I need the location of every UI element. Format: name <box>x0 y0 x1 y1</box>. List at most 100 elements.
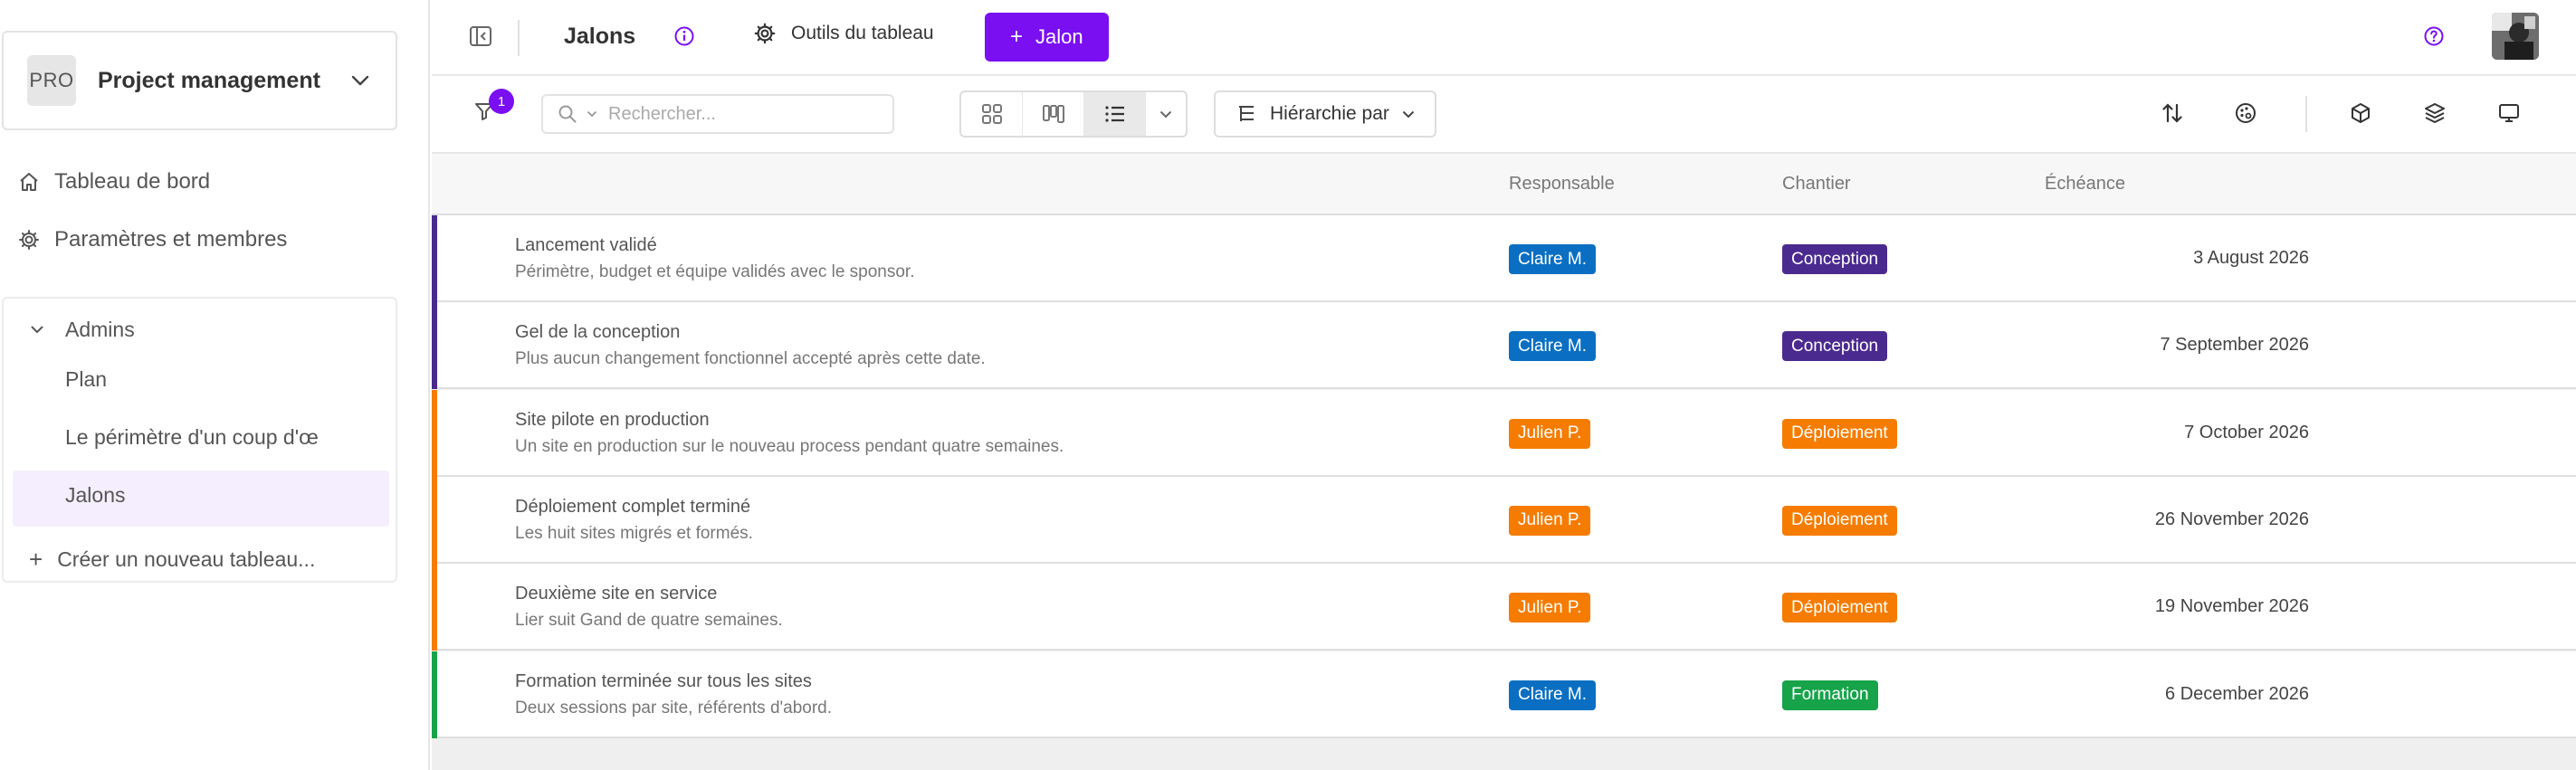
owner-tag[interactable]: Julien P. <box>1509 505 1591 536</box>
row-color-bar <box>432 215 437 302</box>
hierarchy-label: Hiérarchie par <box>1270 103 1389 124</box>
board-tools-label: Outils du tableau <box>791 23 934 43</box>
boards-panel: Admins Plan Le périmètre d'un coup d'œ J… <box>2 297 397 583</box>
phase-tag[interactable]: Déploiement <box>1782 418 1897 449</box>
page-title: Jalons <box>564 24 636 49</box>
row-color-bar <box>432 389 437 477</box>
phase-tag[interactable]: Conception <box>1782 331 1888 362</box>
milestone-description: Périmètre, budget et équipe validés avec… <box>515 262 915 281</box>
search-icon <box>558 104 577 124</box>
column-header-chantier[interactable]: Chantier <box>1782 174 1851 195</box>
sort-icon[interactable] <box>2161 101 2184 125</box>
milestone-name: Formation terminée sur tous les sites <box>515 670 812 691</box>
table-row[interactable]: Site pilote en production Un site en prod… <box>432 389 2576 477</box>
table-row[interactable]: Lancement validé Périmètre, budget et équ… <box>432 215 2576 302</box>
milestone-description: Un site en production sur le nouveau pro… <box>515 436 1064 456</box>
due-date: 19 November 2026 <box>2154 596 2309 617</box>
due-date: 7 October 2026 <box>2184 422 2309 442</box>
phase-tag[interactable]: Déploiement <box>1782 505 1897 536</box>
sidebar-item-dashboard[interactable]: Tableau de bord <box>16 169 210 195</box>
milestones-table: Responsable Chantier Échéance Lancement … <box>432 152 2576 770</box>
plus-icon: + <box>1010 24 1024 49</box>
sidebar-item-settings[interactable]: Paramètres et membres <box>16 227 287 252</box>
due-date: 6 December 2026 <box>2165 683 2309 704</box>
table-header: Responsable Chantier Échéance <box>432 152 2576 215</box>
milestone-description: Lier suit Gand de quatre semaines. <box>515 611 783 631</box>
phase-tag[interactable]: Formation <box>1782 680 1878 710</box>
table-row[interactable]: Deuxième site en service Lier suit Gand d… <box>432 564 2576 651</box>
gear-icon <box>753 22 777 45</box>
due-date: 7 September 2026 <box>2160 335 2309 356</box>
milestone-description: Deux sessions par site, référents d'abor… <box>515 698 833 718</box>
row-color-bar <box>432 476 437 564</box>
hierarchy-icon <box>1236 103 1257 125</box>
table-row[interactable]: Déploiement complet terminé Les huit site… <box>432 476 2576 564</box>
cube-icon[interactable] <box>2349 101 2372 125</box>
chevron-down-icon <box>348 69 372 92</box>
monitor-icon[interactable] <box>2497 101 2521 125</box>
list-view-icon[interactable] <box>1084 92 1146 136</box>
sidebar: PRO Project management Tableau de bord P… <box>0 0 430 770</box>
gear-icon <box>16 227 42 252</box>
avatar[interactable] <box>2492 13 2539 60</box>
workspace-switcher[interactable]: PRO Project management <box>2 31 397 130</box>
row-color-bar <box>432 651 437 738</box>
board-item-perimetre[interactable]: Le périmètre d'un coup d'œ <box>65 425 319 450</box>
board-item-jalons[interactable]: Jalons <box>65 483 125 508</box>
create-board-label: Créer un nouveau tableau... <box>57 547 316 571</box>
sidebar-item-label: Tableau de bord <box>54 169 211 194</box>
owner-tag[interactable]: Julien P. <box>1509 418 1591 449</box>
add-milestone-label: Jalon <box>1035 25 1083 48</box>
owner-tag[interactable]: Claire M. <box>1509 331 1597 362</box>
group-label: Admins <box>65 317 135 341</box>
info-icon[interactable] <box>673 25 695 47</box>
search-input[interactable]: Rechercher... <box>541 94 894 134</box>
create-board-button[interactable]: + Créer un nouveau tableau... <box>29 541 315 577</box>
add-milestone-button[interactable]: + Jalon <box>985 13 1109 62</box>
table-row[interactable]: Formation terminée sur tous les sites Deu… <box>432 651 2576 738</box>
owner-tag[interactable]: Julien P. <box>1509 593 1591 623</box>
row-color-bar <box>432 302 437 390</box>
column-header-echeance[interactable]: Échéance <box>2045 174 2125 195</box>
home-icon <box>16 169 42 195</box>
sidebar-item-label: Paramètres et membres <box>54 227 288 252</box>
layers-icon[interactable] <box>2423 101 2447 125</box>
milestone-description: Les huit sites migrés et formés. <box>515 523 753 543</box>
row-color-bar <box>432 564 437 651</box>
phase-tag[interactable]: Déploiement <box>1782 593 1897 623</box>
chevron-down-icon <box>31 326 51 334</box>
divider <box>518 20 520 56</box>
search-placeholder: Rechercher... <box>608 103 716 124</box>
milestone-description: Plus aucun changement fonctionnel accept… <box>515 349 986 369</box>
table-row[interactable]: Gel de la conception Plus aucun changemen… <box>432 302 2576 390</box>
board-item-plan[interactable]: Plan <box>65 367 107 392</box>
filter-count-badge: 1 <box>489 89 514 114</box>
plus-icon: + <box>29 545 43 573</box>
view-toolbar: 1 Rechercher... Hiérarchie par <box>432 78 2576 152</box>
hierarchy-dropdown[interactable]: Hiérarchie par <box>1214 90 1436 138</box>
owner-tag[interactable]: Claire M. <box>1509 680 1597 710</box>
due-date: 3 August 2026 <box>2193 248 2309 268</box>
column-header-responsable[interactable]: Responsable <box>1509 174 1615 195</box>
group-admins[interactable]: Admins <box>31 311 135 347</box>
milestone-name: Déploiement complet terminé <box>515 496 751 517</box>
help-icon[interactable] <box>2423 25 2445 47</box>
collapse-sidebar-icon[interactable] <box>468 24 493 49</box>
milestone-name: Lancement validé <box>515 235 657 255</box>
owner-tag[interactable]: Claire M. <box>1509 244 1597 274</box>
grid-view-icon[interactable] <box>961 92 1023 136</box>
workspace-name: Project management <box>98 67 320 93</box>
chevron-down-icon[interactable] <box>1146 92 1186 136</box>
due-date: 26 November 2026 <box>2154 509 2309 529</box>
chevron-down-icon <box>1402 110 1415 119</box>
divider <box>2305 96 2307 132</box>
kanban-view-icon[interactable] <box>1023 92 1084 136</box>
milestone-name: Site pilote en production <box>515 409 710 430</box>
phase-tag[interactable]: Conception <box>1782 244 1888 274</box>
milestone-name: Deuxième site en service <box>515 584 718 604</box>
chevron-down-icon <box>587 110 597 118</box>
palette-icon[interactable] <box>2234 101 2257 125</box>
workspace-badge: PRO <box>27 55 76 106</box>
view-switcher <box>959 90 1188 138</box>
board-tools-button[interactable]: Outils du tableau <box>753 22 934 45</box>
